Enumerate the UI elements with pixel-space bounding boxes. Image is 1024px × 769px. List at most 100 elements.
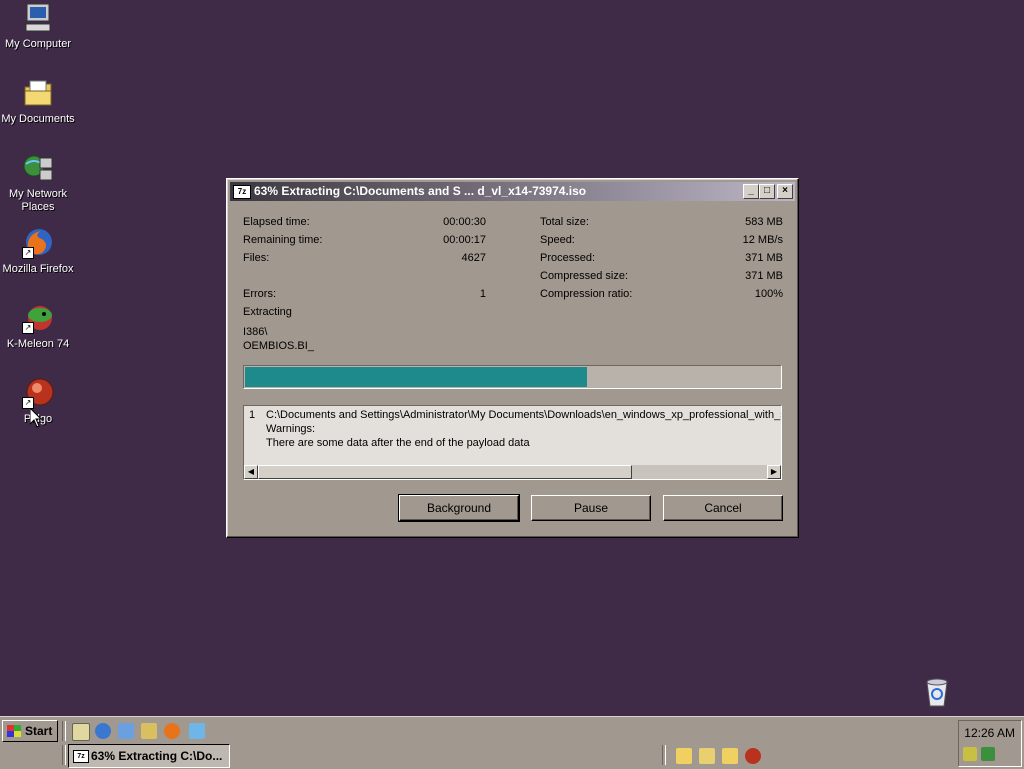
close-button[interactable]: × bbox=[777, 184, 793, 199]
outlook-express-icon[interactable] bbox=[118, 723, 134, 739]
desktop-icon-label: Mozilla Firefox bbox=[2, 263, 74, 275]
messenger-icon[interactable] bbox=[189, 723, 205, 739]
background-button[interactable]: Background bbox=[398, 494, 520, 522]
internet-explorer-icon[interactable] bbox=[95, 723, 111, 739]
log-warning-text: There are some data after the end of the… bbox=[266, 437, 530, 449]
stat-label: Errors: bbox=[243, 288, 276, 300]
taskbar-button-label: 63% Extracting C:\Do... bbox=[91, 749, 223, 763]
desktop-icon-label: K-Meleon 74 bbox=[6, 338, 70, 350]
taskbar-separator bbox=[62, 721, 66, 741]
extraction-dialog: 7z 63% Extracting C:\Documents and S ...… bbox=[226, 178, 799, 538]
stat-value: 371 MB bbox=[745, 270, 783, 282]
stat-total-size: Total size: 583 MB bbox=[540, 215, 783, 229]
stat-value: 4627 bbox=[461, 252, 486, 264]
show-desktop-icon[interactable] bbox=[72, 723, 90, 741]
desktop-icon-firefox[interactable]: ↗ Mozilla Firefox bbox=[0, 227, 76, 276]
pause-button[interactable]: Pause bbox=[531, 495, 651, 521]
stat-label: Elapsed time: bbox=[243, 216, 310, 228]
stat-label: Compressed size: bbox=[540, 270, 629, 282]
stat-label: Processed: bbox=[540, 252, 596, 264]
windows-explorer-icon[interactable] bbox=[141, 723, 157, 739]
stat-label: Compression ratio: bbox=[540, 288, 633, 300]
firefox-quicklaunch-icon[interactable] bbox=[164, 723, 180, 739]
maximize-button[interactable]: □ bbox=[759, 184, 775, 199]
search-tray-icon[interactable] bbox=[963, 747, 977, 761]
folder-icon[interactable] bbox=[722, 748, 738, 764]
stat-processed: Processed: 371 MB bbox=[540, 251, 783, 265]
taskbar-separator bbox=[62, 745, 66, 765]
log-listbox[interactable]: 1 C:\Documents and Settings\Administrator… bbox=[243, 405, 782, 480]
taskbar-button-extraction[interactable]: 7z 63% Extracting C:\Do... bbox=[68, 744, 230, 768]
scroll-right-arrow-icon[interactable]: ▶ bbox=[767, 465, 781, 479]
recycle-bin-icon[interactable] bbox=[922, 676, 952, 708]
stat-value: 583 MB bbox=[745, 216, 783, 228]
dialog-title: 63% Extracting C:\Documents and S ... d_… bbox=[254, 184, 587, 198]
scroll-left-arrow-icon[interactable]: ◀ bbox=[244, 465, 258, 479]
stat-label: Speed: bbox=[540, 234, 575, 246]
7zip-app-icon[interactable]: 7z bbox=[233, 185, 251, 199]
stat-files: Files: 4627 bbox=[243, 251, 486, 265]
log-path: C:\Documents and Settings\Administrator\… bbox=[266, 409, 781, 421]
desktop-icon-label: My Computer bbox=[4, 38, 72, 50]
k-meleon-icon: ↗ bbox=[22, 302, 54, 334]
progress-bar bbox=[243, 365, 782, 389]
minimize-button[interactable]: _ bbox=[743, 184, 759, 199]
desktop-icon-my-network-places[interactable]: My Network Places bbox=[0, 152, 76, 214]
stat-elapsed-time: Elapsed time: 00:00:30 bbox=[243, 215, 486, 229]
computer-icon bbox=[22, 2, 54, 34]
stat-value: 1 bbox=[479, 288, 486, 300]
mouse-cursor-icon bbox=[30, 408, 42, 428]
stat-value: 00:00:30 bbox=[443, 216, 486, 228]
stat-label: Total size: bbox=[540, 216, 589, 228]
desktop-icon-label: My Network Places bbox=[8, 188, 68, 213]
network-icon bbox=[22, 152, 54, 184]
left-stats: Elapsed time: 00:00:30 Remaining time: 0… bbox=[243, 215, 486, 305]
stat-label: Remaining time: bbox=[243, 234, 323, 246]
firefox-icon: ↗ bbox=[22, 227, 54, 259]
stat-value: 12 MB/s bbox=[742, 234, 783, 246]
stat-remaining-time: Remaining time: 00:00:17 bbox=[243, 233, 486, 247]
desktop-icon-label: My Documents bbox=[1, 113, 75, 125]
pidgo-tray-icon[interactable] bbox=[745, 748, 761, 764]
folder-pictures-icon[interactable] bbox=[699, 748, 715, 764]
desktop-icon-k-meleon[interactable]: ↗ K-Meleon 74 bbox=[0, 302, 76, 351]
stat-compressed-size: Compressed size: 371 MB bbox=[540, 269, 783, 283]
taskbar-separator bbox=[662, 745, 666, 765]
dialog-titlebar[interactable]: 7z 63% Extracting C:\Documents and S ...… bbox=[230, 182, 795, 201]
stat-value: 00:00:17 bbox=[443, 234, 486, 246]
system-tray: 12:26 AM bbox=[958, 720, 1022, 767]
stat-errors: Errors: 1 bbox=[243, 287, 486, 301]
network-tray-icon[interactable] bbox=[981, 747, 995, 761]
log-line: Warnings: bbox=[249, 422, 781, 436]
current-file: OEMBIOS.BI_ bbox=[243, 340, 314, 352]
status-label: Extracting bbox=[243, 306, 292, 318]
folder-icon[interactable] bbox=[676, 748, 692, 764]
current-path: I386\ bbox=[243, 326, 268, 338]
pidgo-icon: ↗ bbox=[22, 377, 54, 409]
log-line: There are some data after the end of the… bbox=[249, 436, 781, 450]
shortcut-arrow-icon: ↗ bbox=[22, 247, 34, 259]
start-button[interactable]: Start bbox=[2, 720, 58, 742]
7zip-app-icon: 7z bbox=[73, 750, 89, 763]
right-stats: Total size: 583 MB Speed: 12 MB/s Proces… bbox=[540, 215, 783, 305]
stat-speed: Speed: 12 MB/s bbox=[540, 233, 783, 247]
clock[interactable]: 12:26 AM bbox=[964, 726, 1015, 740]
progress-bar-fill bbox=[245, 367, 588, 387]
horizontal-scrollbar[interactable]: ◀ ▶ bbox=[244, 465, 781, 479]
cancel-button[interactable]: Cancel bbox=[663, 495, 783, 521]
log-warnings-label: Warnings: bbox=[266, 423, 316, 435]
start-label: Start bbox=[25, 724, 53, 738]
shortcut-arrow-icon: ↗ bbox=[22, 322, 34, 334]
log-lines: 1 C:\Documents and Settings\Administrator… bbox=[249, 408, 781, 450]
log-entry-number: 1 bbox=[249, 409, 256, 421]
desktop-icon-my-documents[interactable]: My Documents bbox=[0, 77, 76, 126]
scrollbar-thumb[interactable] bbox=[258, 465, 632, 479]
stat-value: 371 MB bbox=[745, 252, 783, 264]
stat-value: 100% bbox=[754, 288, 783, 300]
folder-documents-icon bbox=[22, 77, 54, 109]
taskbar: Start 7z 63% Extracting C:\Do... 12:26 A… bbox=[0, 716, 1024, 769]
windows-flag-icon bbox=[7, 725, 21, 737]
desktop-icon-my-computer[interactable]: My Computer bbox=[0, 2, 76, 51]
log-line: 1 C:\Documents and Settings\Administrator… bbox=[249, 408, 781, 422]
stat-compression-ratio: Compression ratio: 100% bbox=[540, 287, 783, 301]
